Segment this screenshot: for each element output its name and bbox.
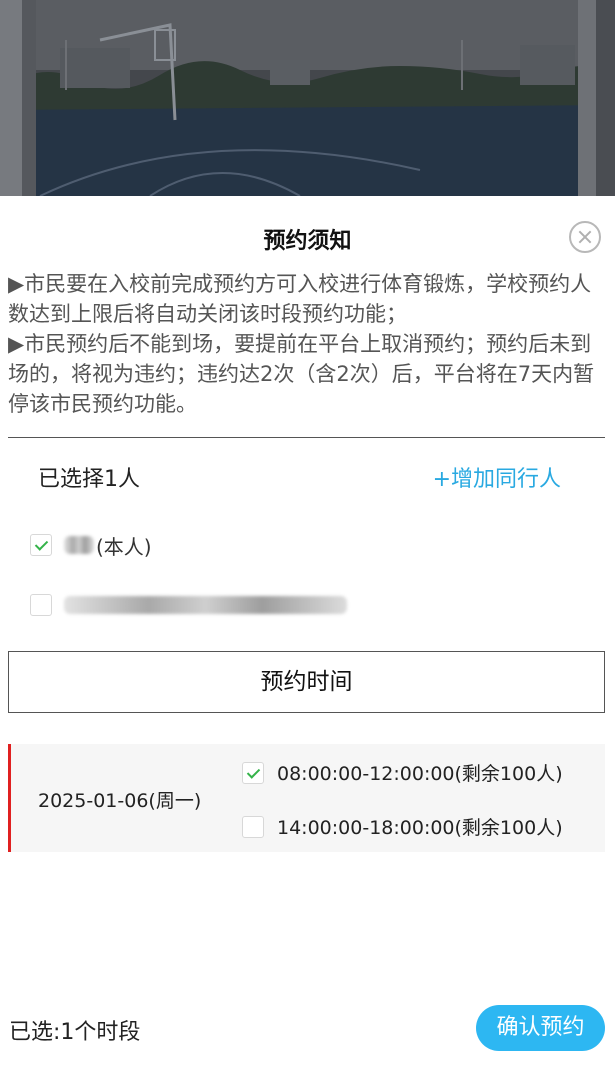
slot-label-afternoon: 14:00:00-18:00:00(剩余100人) bbox=[277, 817, 563, 839]
booking-time-button[interactable]: 预约时间 bbox=[8, 651, 605, 713]
person-checkbox-companion[interactable] bbox=[30, 594, 52, 616]
person-row-self[interactable]: (本人) bbox=[30, 533, 152, 559]
notice-title: 预约须知 bbox=[263, 229, 352, 254]
slot-checkbox-morning[interactable] bbox=[242, 761, 264, 784]
selected-slots-summary: 已选:1个时段 bbox=[9, 1020, 141, 1045]
notice-body: ▶市民要在入校前完成预约方可入校进行体育锻炼，学校预约人数达到上限后将自动关闭该… bbox=[8, 269, 608, 419]
add-companion-button[interactable]: +增加同行人 bbox=[433, 461, 561, 493]
redacted-person-info bbox=[64, 596, 347, 614]
slot-checkbox-afternoon[interactable] bbox=[242, 815, 264, 838]
person-row-companion[interactable] bbox=[30, 593, 349, 617]
court-photo bbox=[0, 0, 615, 196]
redacted-name bbox=[64, 536, 94, 554]
time-slot-panel: 2025-01-06(周一) 08:00:00-12:00:00(剩余100人)… bbox=[8, 744, 605, 852]
booking-sheet: 预约须知 ▶市民要在入校前完成预约方可入校进行体育锻炼，学校预约人数达到上限后将… bbox=[0, 196, 615, 1072]
person-label-self: (本人) bbox=[96, 534, 152, 559]
divider bbox=[8, 437, 605, 438]
slot-date: 2025-01-06(周一) bbox=[38, 790, 202, 812]
slot-row-morning[interactable]: 08:00:00-12:00:00(剩余100人) bbox=[242, 759, 563, 786]
selected-count: 已选择1人 bbox=[38, 467, 140, 492]
close-icon[interactable] bbox=[569, 221, 601, 253]
notice-paragraph-2: ▶市民预约后不能到场，要提前在平台上取消预约；预约后未到场的，将视为违约；违约达… bbox=[8, 332, 595, 416]
person-checkbox-self[interactable] bbox=[30, 534, 52, 556]
slot-label-morning: 08:00:00-12:00:00(剩余100人) bbox=[277, 763, 563, 785]
slot-row-afternoon[interactable]: 14:00:00-18:00:00(剩余100人) bbox=[242, 813, 563, 840]
notice-paragraph-1: ▶市民要在入校前完成预约方可入校进行体育锻炼，学校预约人数达到上限后将自动关闭该… bbox=[8, 272, 592, 326]
confirm-booking-button[interactable]: 确认预约 bbox=[476, 1005, 605, 1051]
